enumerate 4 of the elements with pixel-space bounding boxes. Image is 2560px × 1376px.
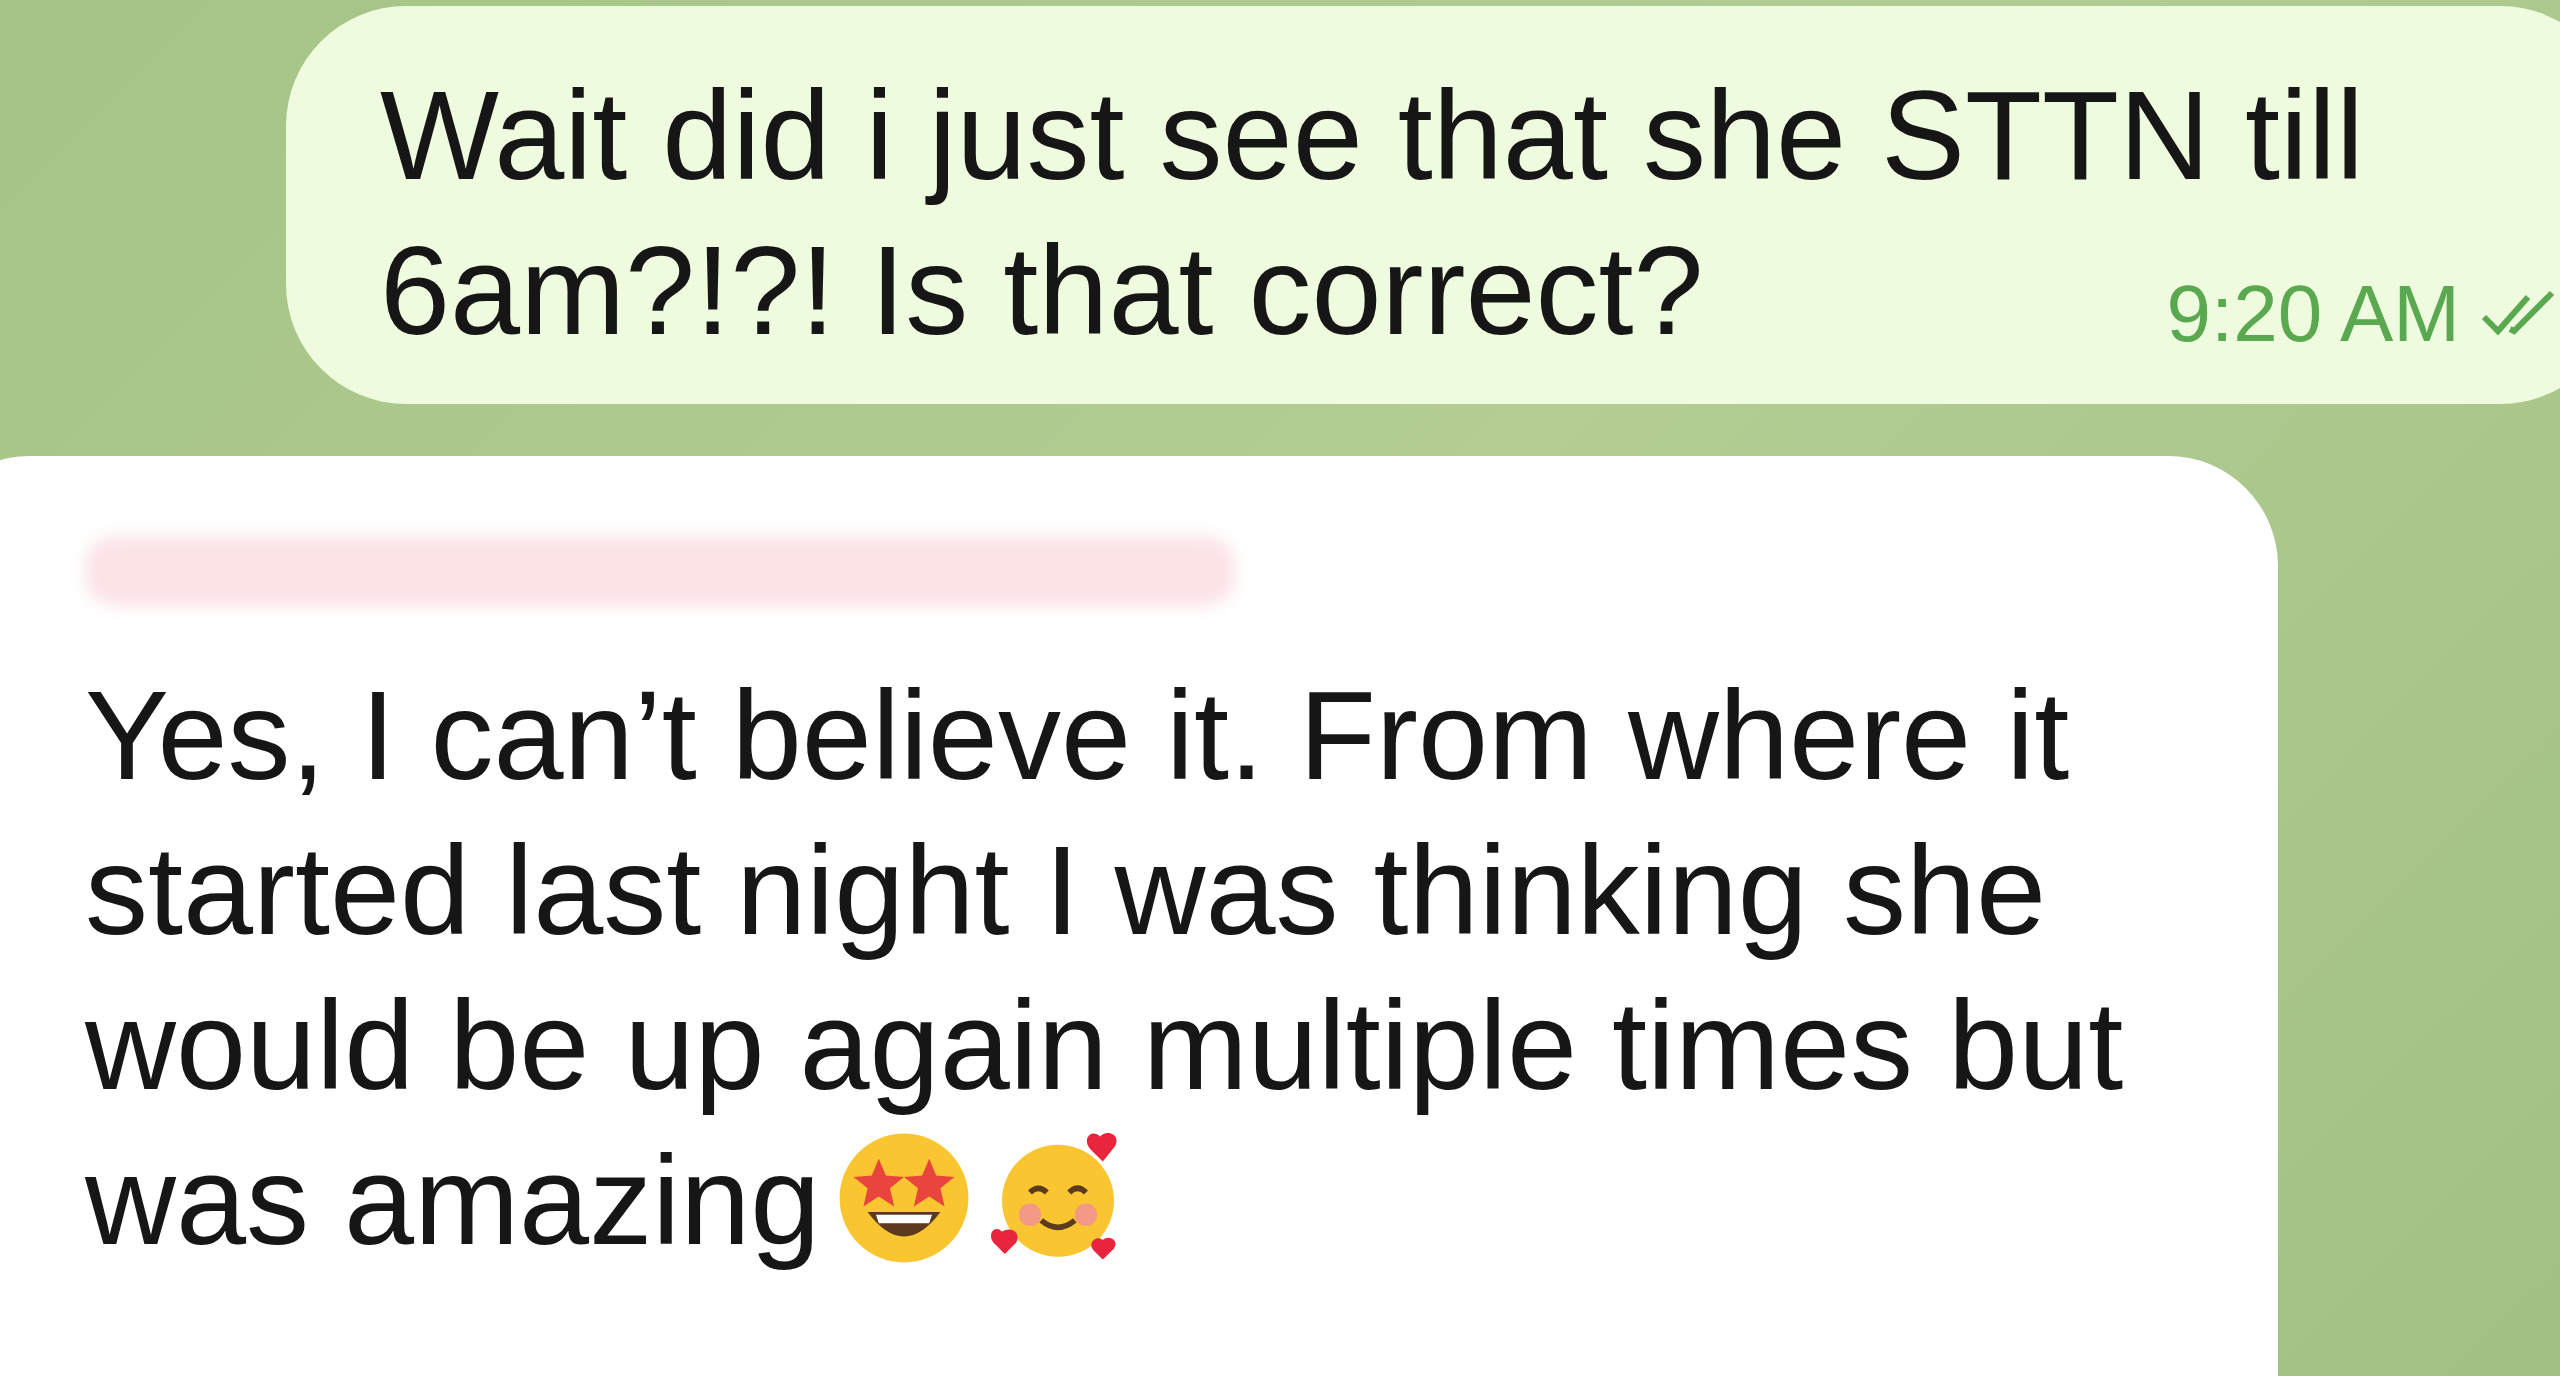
message-time: 9:20 AM xyxy=(2166,268,2460,360)
message-text-line: 6am?!?! Is that correct? xyxy=(380,219,1704,363)
message-text-line: Wait did i just see that she STTN till xyxy=(380,64,2364,208)
message-text: Yes, I can’t believe it. From where it started last night I was thinking she would be up again multiple times but was amazing xyxy=(85,664,2125,1273)
